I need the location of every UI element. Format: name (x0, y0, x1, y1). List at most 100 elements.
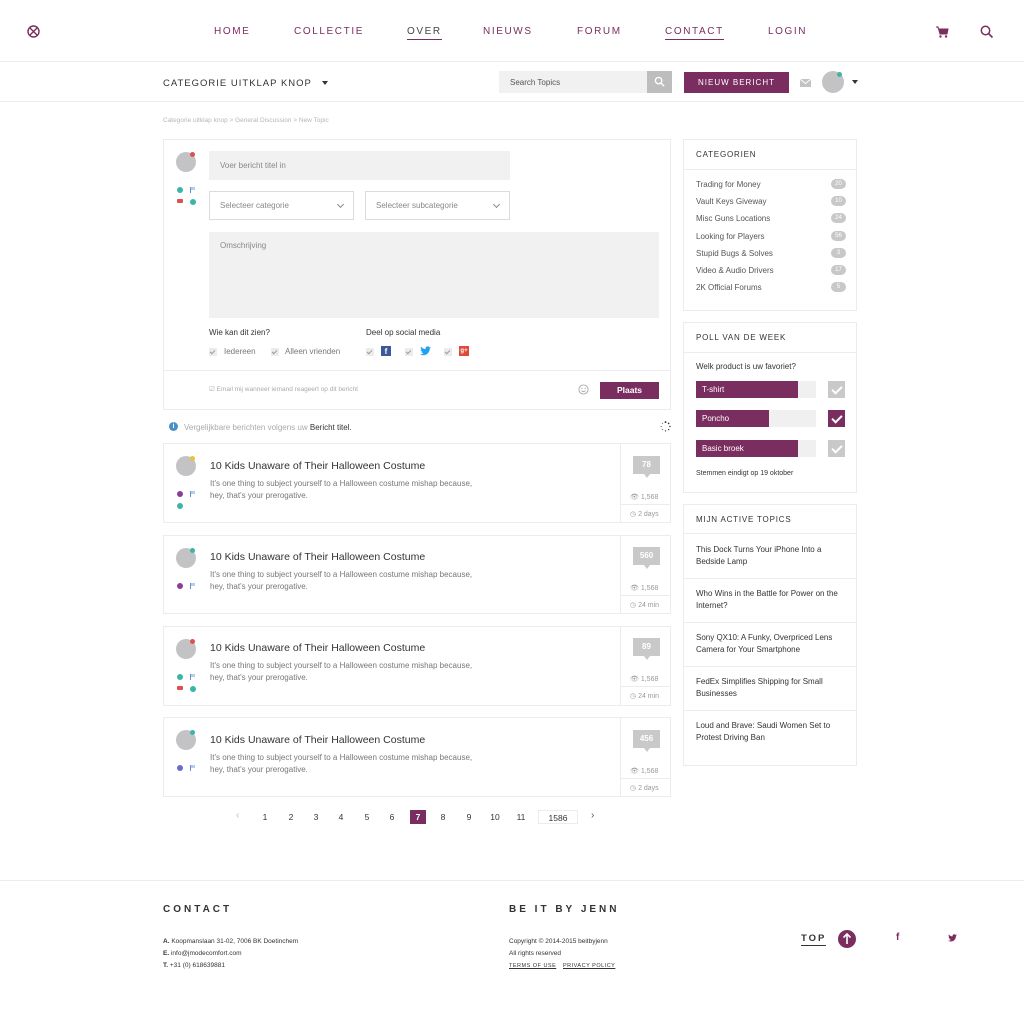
topic-card[interactable]: 10 Kids Unaware of Their Halloween Costu… (163, 443, 671, 523)
search-icon[interactable] (980, 25, 994, 39)
subcategory-select[interactable]: Selecteer subcategorie (365, 191, 510, 220)
page-11[interactable]: 11 (513, 810, 529, 824)
page-7-current[interactable]: 7 (410, 810, 426, 824)
clock-icon: ◷ (630, 785, 637, 792)
divider (684, 169, 856, 170)
address-label: A. (163, 938, 170, 945)
category-item[interactable]: Trading for Money (696, 180, 761, 189)
search-input[interactable] (499, 71, 647, 93)
visibility-friends-checkbox[interactable] (271, 348, 279, 356)
back-to-top-label[interactable]: TOP (801, 933, 827, 946)
nav-contact[interactable]: CONTACT (665, 26, 724, 40)
visibility-everyone-checkbox[interactable] (209, 348, 217, 356)
poll-checkbox[interactable] (828, 440, 845, 457)
cart-icon[interactable] (935, 25, 949, 39)
email-notify-label: Email mij wanneer iemand reageert op dit… (216, 386, 358, 393)
nav-home[interactable]: HOME (214, 26, 250, 37)
topic-excerpt: It's one thing to subject yourself to a … (210, 661, 473, 682)
active-topic-item[interactable]: Sony QX10: A Funky, Overpriced Lens Came… (696, 632, 846, 656)
description-textarea[interactable]: Omschrijving (209, 232, 659, 318)
category-count-badge: 56 (831, 231, 846, 241)
privacy-link[interactable]: PRIVACY POLICY (563, 963, 615, 969)
badge-icon (177, 686, 183, 690)
category-select[interactable]: Selecteer categorie (209, 191, 354, 220)
divider (684, 533, 856, 534)
nav-login[interactable]: LOGIN (768, 26, 807, 37)
topic-card[interactable]: 10 Kids Unaware of Their Halloween Costu… (163, 626, 671, 706)
topic-title[interactable]: 10 Kids Unaware of Their Halloween Costu… (210, 551, 425, 563)
category-item[interactable]: Misc Guns Locations (696, 214, 770, 223)
category-item[interactable]: Looking for Players (696, 232, 764, 241)
poll-checkbox-selected[interactable] (828, 410, 845, 427)
poll-checkbox[interactable] (828, 381, 845, 398)
twitter-icon (420, 346, 431, 356)
page-10[interactable]: 10 (487, 810, 503, 824)
flag-icon (190, 491, 195, 497)
share-twitter-checkbox[interactable] (405, 348, 413, 356)
views-count-value: 1,568 (640, 585, 659, 592)
new-post-button[interactable]: NIEUW BERICHT (684, 72, 789, 93)
prev-page-icon[interactable]: ‹ (236, 810, 239, 821)
categories-title: CATEGORIEN (696, 150, 757, 159)
divider (684, 710, 856, 711)
footer-email[interactable]: E. info@jmodecomfort.com (163, 948, 242, 960)
facebook-icon[interactable]: f (896, 932, 899, 943)
category-item[interactable]: Stupid Bugs & Solves (696, 249, 773, 258)
page-3[interactable]: 3 (308, 810, 324, 824)
breadcrumb[interactable]: Categorie uitklap knop > General Discuss… (163, 117, 329, 124)
topic-card[interactable]: 10 Kids Unaware of Their Halloween Costu… (163, 717, 671, 797)
reply-count-badge: 456 (633, 730, 660, 752)
page-2[interactable]: 2 (283, 810, 299, 824)
user-menu-caret-icon[interactable] (852, 80, 858, 84)
topic-title-input[interactable]: Voer bericht titel in (209, 151, 510, 180)
topic-title[interactable]: 10 Kids Unaware of Their Halloween Costu… (210, 734, 425, 746)
topic-title[interactable]: 10 Kids Unaware of Their Halloween Costu… (210, 642, 425, 654)
category-item[interactable]: 2K Official Forums (696, 283, 762, 292)
poll-panel: POLL VAN DE WEEK Welk product is uw favo… (683, 322, 857, 493)
mail-icon[interactable] (800, 79, 811, 87)
nav-over[interactable]: OVER (407, 26, 442, 40)
nav-collectie[interactable]: COLLECTIE (294, 26, 364, 37)
active-topic-item[interactable]: This Dock Turns Your iPhone Into a Bedsi… (696, 544, 846, 568)
next-page-icon[interactable]: › (591, 810, 594, 821)
category-item[interactable]: Video & Audio Drivers (696, 266, 774, 275)
logo-icon[interactable] (27, 25, 40, 38)
nav-forum[interactable]: FORUM (577, 26, 622, 37)
topic-title[interactable]: 10 Kids Unaware of Their Halloween Costu… (210, 460, 425, 472)
topic-card[interactable]: 10 Kids Unaware of Their Halloween Costu… (163, 535, 671, 614)
share-label: Deel op social media (366, 328, 441, 337)
active-topic-item[interactable]: Who Wins in the Battle for Power on the … (696, 588, 846, 612)
info-icon: i (169, 422, 178, 431)
page-4[interactable]: 4 (333, 810, 349, 824)
category-dropdown-toggle[interactable]: CATEGORIE UITKLAP KNOP (163, 78, 328, 89)
poll-option[interactable]: T-shirt (696, 381, 816, 398)
email-label: E. (163, 950, 170, 957)
page-1[interactable]: 1 (257, 810, 273, 824)
category-item[interactable]: Vault Keys Giveway (696, 197, 767, 206)
page-last[interactable]: 1586 (538, 810, 578, 824)
clock-icon: ◷ (630, 602, 637, 609)
active-topic-item[interactable]: FedEx Simplifies Shipping for Small Busi… (696, 676, 846, 700)
poll-option[interactable]: Basic broek (696, 440, 816, 457)
last-activity-value: 2 days (638, 511, 659, 518)
share-google-checkbox[interactable] (444, 348, 452, 356)
page-8[interactable]: 8 (435, 810, 451, 824)
nav-nieuws[interactable]: NIEUWS (483, 26, 533, 37)
badge-icon (177, 199, 183, 203)
page-6[interactable]: 6 (384, 810, 400, 824)
page-5[interactable]: 5 (359, 810, 375, 824)
search-button[interactable] (647, 71, 672, 93)
emoji-icon[interactable] (578, 384, 589, 395)
twitter-icon[interactable] (948, 934, 957, 942)
post-submit-button[interactable]: Plaats (600, 382, 659, 399)
terms-link[interactable]: TERMS OF USE (509, 963, 556, 969)
share-facebook-checkbox[interactable] (366, 348, 374, 356)
similar-notice-text: Vergelijkbare berichten volgens uw (184, 423, 308, 432)
poll-option[interactable]: Poncho (696, 410, 816, 427)
footer-brand-title: BE IT BY JENN (509, 904, 620, 915)
page-9[interactable]: 9 (461, 810, 477, 824)
email-notify-option[interactable]: ☑ Email mij wanneer iemand reageert op d… (209, 385, 358, 393)
active-topic-item[interactable]: Loud and Brave: Saudi Women Set to Prote… (696, 720, 846, 744)
divider (684, 352, 856, 353)
back-to-top-button[interactable] (838, 930, 856, 948)
